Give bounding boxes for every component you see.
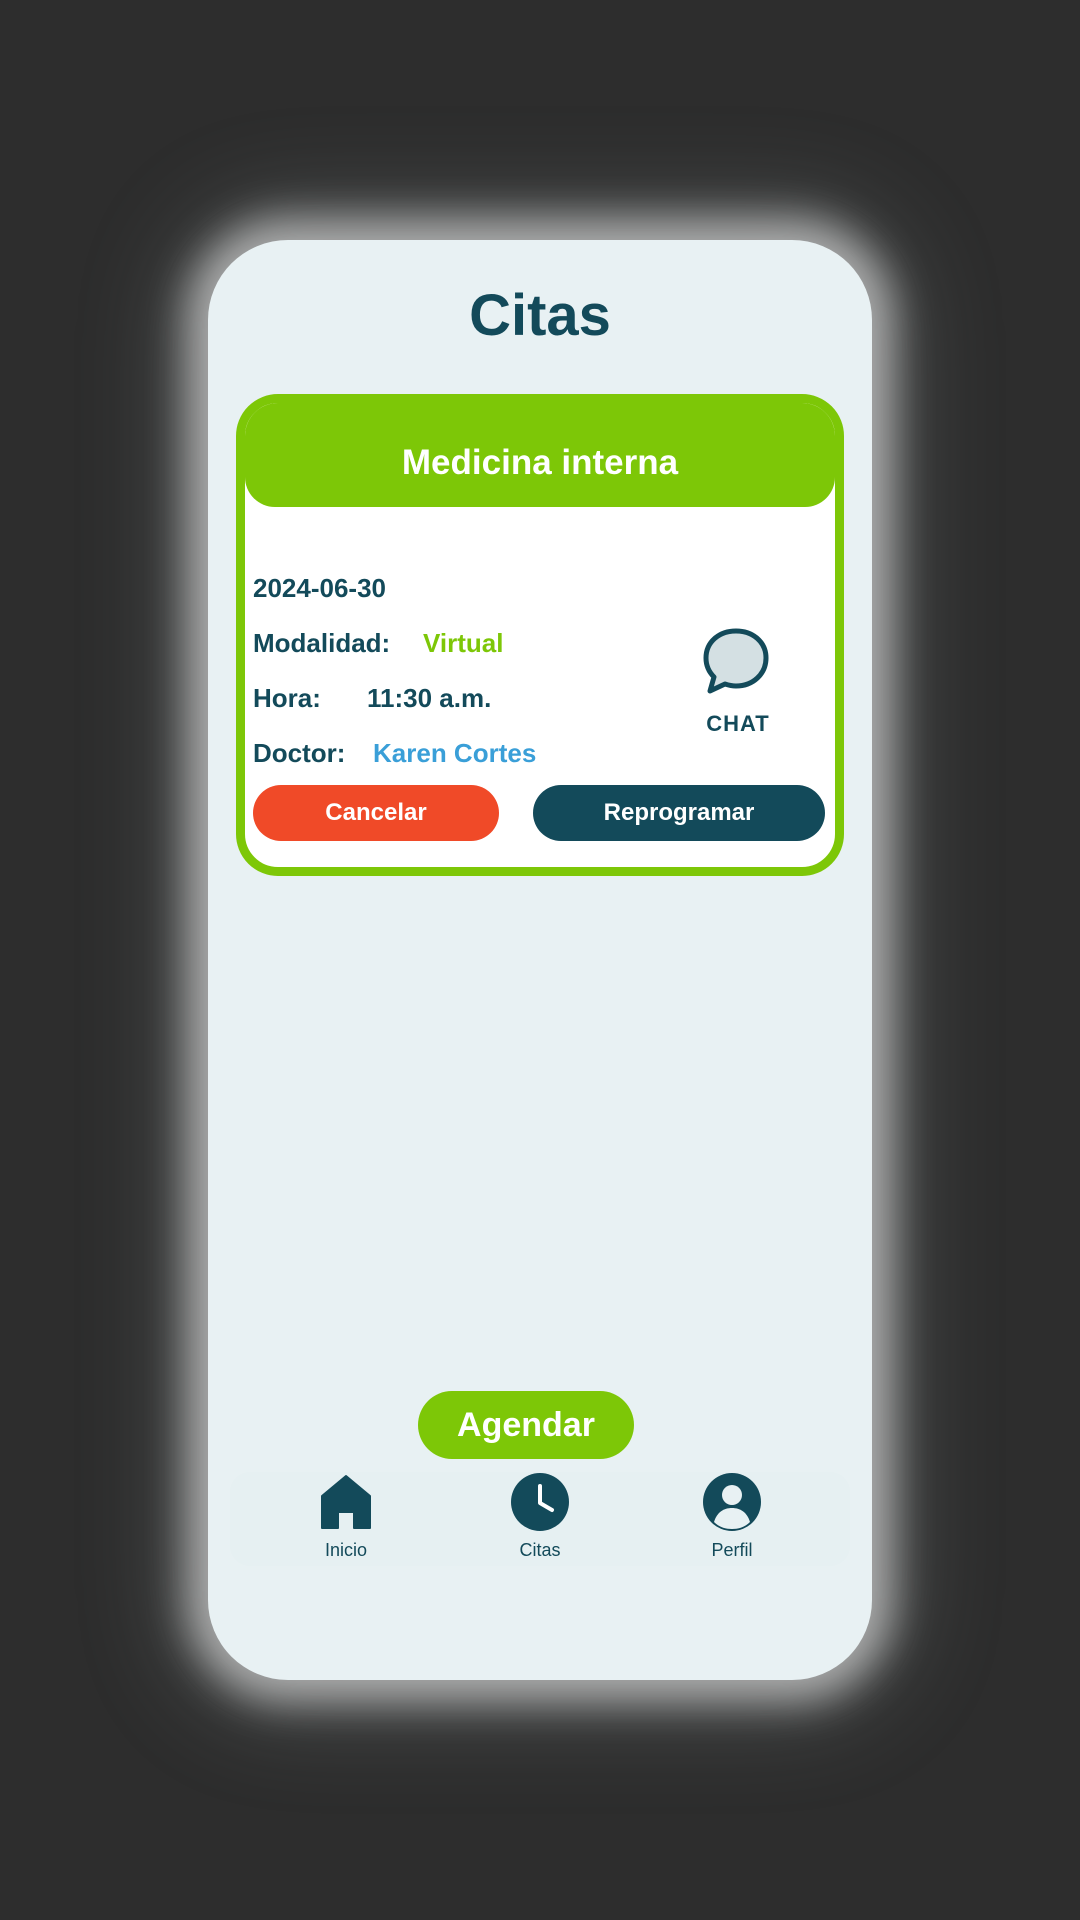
chat-label: CHAT — [706, 711, 770, 731]
page-title: Citas — [469, 283, 611, 348]
nav-label-perfil: Perfil — [711, 1540, 753, 1560]
nav-item-inicio[interactable]: Inicio — [286, 1472, 406, 1566]
phone-screen: Citas Medicina interna 2024-06-30 Modali… — [208, 240, 872, 1680]
nav-item-citas[interactable]: Citas — [480, 1472, 600, 1566]
chat-button[interactable]: CHAT — [693, 627, 783, 737]
appointment-specialty: Medicina interna — [401, 443, 679, 482]
stage: Citas Medicina interna 2024-06-30 Modali… — [0, 0, 1080, 1920]
doctor-label: Doctor: — [253, 738, 346, 768]
nav-label-inicio: Inicio — [324, 1540, 368, 1560]
appointment-date: 2024-06-30 — [253, 573, 386, 603]
nav-label-citas: Citas — [519, 1540, 561, 1560]
schedule-button[interactable]: Agendar — [418, 1391, 634, 1459]
chat-bubble-icon — [703, 628, 769, 694]
appointment-card-header: Medicina interna — [245, 403, 835, 507]
time-label: Hora: — [253, 683, 321, 713]
modality-label: Modalidad: — [253, 628, 391, 658]
appointment-card: Medicina interna 2024-06-30 Modalidad: V… — [236, 394, 844, 876]
time-value: 11:30 a.m. — [367, 683, 492, 713]
user-icon — [703, 1473, 761, 1531]
clock-icon — [511, 1473, 569, 1531]
reschedule-button[interactable]: Reprogramar — [533, 785, 825, 841]
doctor-value[interactable]: Karen Cortes — [373, 738, 536, 769]
cancel-button[interactable]: Cancelar — [253, 785, 499, 841]
nav-item-perfil[interactable]: Perfil — [672, 1472, 792, 1566]
bottom-nav: Inicio Citas Perfil — [230, 1472, 850, 1566]
home-icon — [321, 1475, 371, 1529]
modality-value: Virtual — [423, 628, 504, 658]
